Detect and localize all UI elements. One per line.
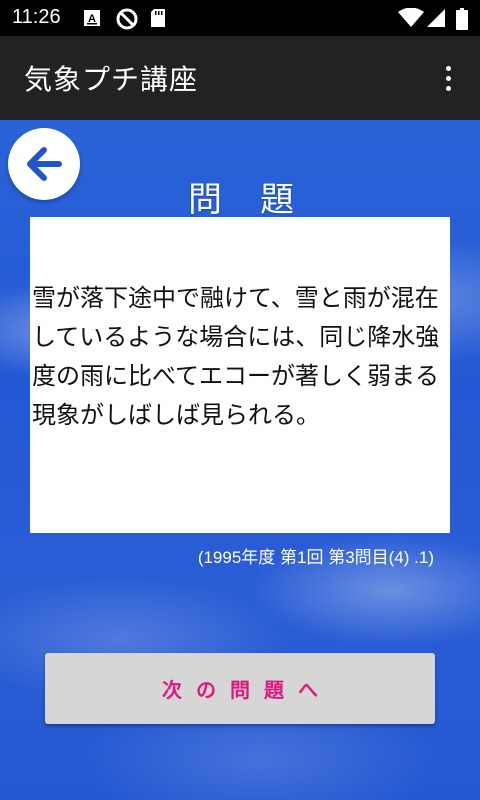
page-title: 問 題 <box>188 180 296 220</box>
question-card: 雪が落下途中で融けて、雪と雨が混在しているような場合には、同じ降水強度の雨に比べ… <box>30 217 450 533</box>
next-question-button[interactable]: 次の問題へ <box>45 653 435 724</box>
question-text: 雪が落下途中で融けて、雪と雨が混在しているような場合には、同じ降水強度の雨に比べ… <box>32 284 440 429</box>
menu-dot <box>445 75 451 81</box>
menu-dot <box>445 65 451 71</box>
sd-card-icon <box>151 9 165 27</box>
app-bar: 気象プチ講座 <box>0 36 480 120</box>
status-time: 11:26 <box>12 6 61 28</box>
overflow-menu-icon[interactable] <box>430 58 466 98</box>
signal-icon <box>427 9 445 27</box>
status-bar: 11:26 A <box>0 0 480 36</box>
text-a-icon: A <box>84 10 100 26</box>
question-source: (1995年度 第1回 第3問目(4) .1) <box>197 548 434 567</box>
battery-icon <box>456 8 468 30</box>
menu-dot <box>445 85 451 91</box>
wifi-icon <box>398 8 424 27</box>
no-sim-icon <box>116 8 138 30</box>
app-title: 気象プチ講座 <box>24 63 199 96</box>
next-question-label: 次の問題へ <box>162 678 332 702</box>
